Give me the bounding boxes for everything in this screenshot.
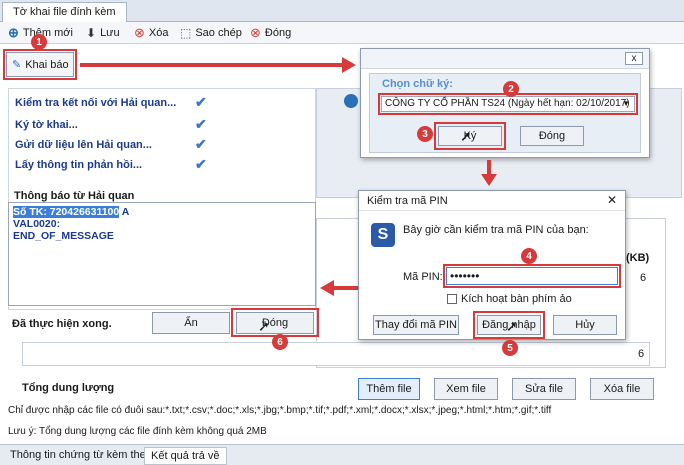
check-icon: ✔ xyxy=(195,94,207,110)
message-line: VAL0020: xyxy=(13,218,61,230)
pin-dialog-title: Kiểm tra mã PIN xyxy=(367,195,448,207)
step-sign-declaration: Ký tờ khai... xyxy=(15,119,78,131)
signature-close-button[interactable]: Đóng xyxy=(520,126,584,146)
toolbar: ⊕ Thêm mới ⬇ Lưu ⊗ Xóa ⬚ Sao chép ⊗ Đóng xyxy=(0,22,684,44)
virtual-keyboard-toggle[interactable]: Kích hoạt bàn phím ảo xyxy=(447,293,572,305)
check-icon: ✔ xyxy=(195,136,207,152)
chevron-down-icon: ▼ xyxy=(622,99,630,108)
callout-number-5: 5 xyxy=(502,340,518,356)
step-check-connection: Kiểm tra kết nối với Hải quan... xyxy=(15,97,177,109)
customs-message-box[interactable]: Số TK: 720426631100 A VAL0020: END_OF_ME… xyxy=(8,202,316,306)
tab-bar: Tờ khai file đính kèm xyxy=(0,0,684,22)
save-button[interactable]: ⬇ Lưu xyxy=(86,25,120,41)
pin-input[interactable]: ••••••• xyxy=(446,267,618,285)
app-logo-icon: S xyxy=(371,223,395,247)
cursor-icon: ➚ xyxy=(506,318,518,334)
delete-file-button[interactable]: Xóa file xyxy=(590,378,654,400)
copy-button[interactable]: ⬚ Sao chép xyxy=(180,25,242,41)
star-icon xyxy=(344,94,358,108)
pin-prompt: Bây giờ cần kiểm tra mã PIN của bạn: xyxy=(403,224,589,236)
close-toolbar-button[interactable]: ⊗ Đóng xyxy=(250,25,291,41)
tab-attached-documents[interactable]: Thông tin chứng từ kèm theo xyxy=(4,447,158,465)
check-icon: ✔ xyxy=(195,156,207,172)
kb-value-cell: 6 xyxy=(640,272,647,284)
arrow-1-head xyxy=(342,57,356,73)
total-size-label: Tổng dung lượng xyxy=(22,382,115,394)
signature-dialog: x Chọn chữ ký: CÔNG TY CỔ PHẦN TS24 (Ngà… xyxy=(360,48,650,158)
callout-number-2: 2 xyxy=(503,81,519,97)
hide-button[interactable]: Ẩn xyxy=(152,312,230,334)
edit-icon: ✎ xyxy=(12,59,22,71)
signature-select[interactable]: CÔNG TY CỔ PHẦN TS24 (Ngày hết hạn: 02/1… xyxy=(381,96,635,112)
arrow-5 xyxy=(334,286,358,290)
tab-attachment-declaration[interactable]: Tờ khai file đính kèm xyxy=(2,2,127,22)
signature-label: Chọn chữ ký: xyxy=(382,78,453,90)
close-icon[interactable]: ✕ xyxy=(607,193,617,207)
allowed-file-types: Chỉ được nhập các file có đuôi sau:*.txt… xyxy=(8,405,552,416)
checkbox[interactable] xyxy=(447,294,457,304)
done-label: Đã thực hiện xong. xyxy=(12,318,112,330)
check-icon: ✔ xyxy=(195,116,207,132)
step-send-data: Gửi dữ liệu lên Hải quan... xyxy=(15,139,152,151)
add-file-button[interactable]: Thêm file xyxy=(358,378,420,400)
close-button[interactable]: Đóng xyxy=(236,312,314,334)
edit-file-button[interactable]: Sửa file xyxy=(512,378,576,400)
total-size-row xyxy=(22,342,650,366)
delete-icon: ⊗ xyxy=(134,25,145,40)
cursor-icon: ➚ xyxy=(460,128,472,144)
step-get-response: Lấy thông tin phản hồi... xyxy=(15,159,143,171)
customs-message-title: Thông báo từ Hải quan xyxy=(14,190,135,202)
copy-icon: ⬚ xyxy=(180,26,192,40)
change-pin-button[interactable]: Thay đổi mã PIN xyxy=(373,315,459,335)
declaration-number: Số TK: 720426631100 xyxy=(13,206,120,218)
callout-number-4: 4 xyxy=(521,248,537,264)
cursor-icon: ➚ xyxy=(258,318,270,334)
save-icon: ⬇ xyxy=(86,26,97,40)
total-size-value: 6 xyxy=(638,348,645,360)
declare-button[interactable]: ✎ Khai báo xyxy=(6,52,74,77)
callout-number-3: 3 xyxy=(417,126,433,142)
callout-number-6: 6 xyxy=(272,334,288,350)
cancel-button[interactable]: Hủy xyxy=(553,315,617,335)
arrow-5-head xyxy=(320,280,334,296)
size-limit-note: Lưu ý: Tổng dung lượng các file đính kèm… xyxy=(8,426,267,437)
arrow-3-head xyxy=(481,174,497,186)
callout-number-1: 1 xyxy=(31,34,47,50)
close-icon: ⊗ xyxy=(250,25,261,40)
view-file-button[interactable]: Xem file xyxy=(434,378,498,400)
dialog-close-button[interactable]: x xyxy=(625,52,643,65)
delete-button[interactable]: ⊗ Xóa xyxy=(134,25,168,41)
pin-label: Mã PIN: xyxy=(403,271,443,283)
bottom-tab-bar: Thông tin chứng từ kèm theo Kết quả trả … xyxy=(0,444,684,465)
message-line: END_OF_MESSAGE xyxy=(13,230,114,242)
arrow-1 xyxy=(80,63,344,67)
tab-results[interactable]: Kết quả trả về xyxy=(144,447,227,465)
pin-dialog: Kiểm tra mã PIN ✕ S Bây giờ cần kiểm tra… xyxy=(358,190,626,340)
plus-icon: ⊕ xyxy=(8,25,19,40)
kb-column-header: (KB) xyxy=(626,252,650,264)
